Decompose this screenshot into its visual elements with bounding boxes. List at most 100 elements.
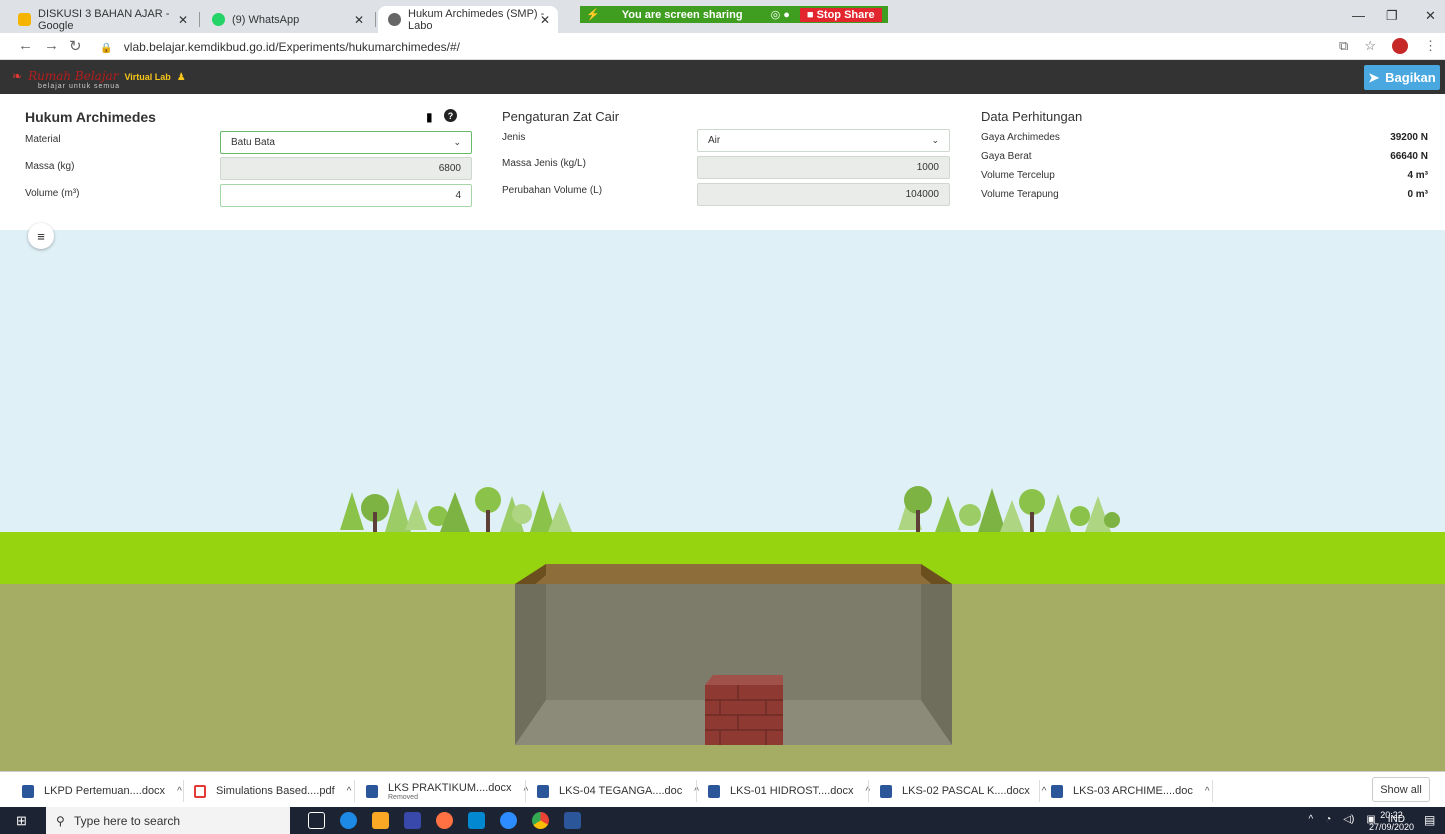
chevron-up-icon[interactable]: ^ <box>1309 814 1314 825</box>
tab-diskusi[interactable]: DISKUSI 3 BAHAN AJAR - Google ✕ <box>8 6 196 33</box>
file-explorer-icon[interactable] <box>372 812 389 829</box>
tab-separator <box>375 12 376 27</box>
url-bar[interactable]: 🔒 vlab.belajar.kemdikbud.go.id/Experimen… <box>100 40 460 54</box>
store-icon[interactable] <box>404 812 421 829</box>
scene-svg <box>0 230 1445 771</box>
stop-share-button[interactable]: ■ Stop Share <box>799 7 882 22</box>
tab-whatsapp[interactable]: (9) WhatsApp ✕ <box>202 6 372 33</box>
download-item[interactable]: LKS-04 TEGANGA....doc ^ <box>537 780 699 802</box>
share-status-text: You are screen sharing <box>621 8 743 21</box>
material-select[interactable]: Batu Bata ⌄ <box>220 131 472 154</box>
download-name: Simulations Based....pdf <box>216 785 335 797</box>
search-icon: ⚲ <box>56 813 65 828</box>
close-tab-icon[interactable]: ✕ <box>178 13 188 27</box>
word-doc-icon <box>1051 784 1063 798</box>
perubahan-volume-value: 104000 <box>905 189 939 200</box>
system-clock[interactable]: 20:22 27/09/2020 <box>1369 809 1414 833</box>
zat-cair-title: Pengaturan Zat Cair <box>502 109 620 124</box>
address-bar-actions: ⧉ ☆ ⋮ <box>1339 38 1437 54</box>
download-status: Removed <box>388 793 418 801</box>
task-view-icon[interactable] <box>308 812 325 829</box>
windows-taskbar: ⊞ ⚲ Type here to search ^ ◔ ◁) ▣ IND 20:… <box>0 807 1445 834</box>
volume-icon[interactable]: ◁) <box>1343 814 1354 825</box>
bagikan-button[interactable]: ➤ Bagikan <box>1364 65 1440 90</box>
logo-vlab: Virtual Lab <box>124 72 171 82</box>
jenis-select[interactable]: Air ⌄ <box>697 129 950 152</box>
perubahan-volume-field: 104000 <box>697 183 950 206</box>
divider <box>1212 780 1213 802</box>
logo-script: Rumah Belajar <box>28 69 119 83</box>
volume-value: 4 <box>455 190 461 201</box>
divider <box>525 780 526 802</box>
windows-start-icon[interactable]: ⊞ <box>16 813 27 829</box>
tab-title: (9) WhatsApp <box>232 13 300 26</box>
chevron-up-icon[interactable]: ^ <box>1205 786 1210 797</box>
action-center-icon[interactable]: ▤ <box>1424 813 1435 827</box>
gaya-archimedes-label: Gaya Archimedes <box>981 132 1060 143</box>
chevron-down-icon: ⌄ <box>931 135 939 145</box>
divider <box>1039 780 1040 802</box>
show-all-button[interactable]: Show all <box>1372 777 1430 802</box>
pdf-icon <box>194 784 206 798</box>
calculator-icon[interactable]: ▮ <box>426 110 433 124</box>
translate-icon[interactable]: ⧉ <box>1339 38 1348 54</box>
download-name: LKS-04 TEGANGA....doc <box>559 785 683 797</box>
tab-separator <box>199 12 200 27</box>
help-icon[interactable]: ? <box>444 109 457 122</box>
logo-mark-icon: ❧ <box>12 69 23 83</box>
word-doc-icon <box>22 784 34 798</box>
chevron-up-icon[interactable]: ^ <box>177 786 182 797</box>
massa-field: 6800 <box>220 157 472 180</box>
close-tab-icon[interactable]: ✕ <box>540 13 550 27</box>
taskbar-search[interactable]: ⚲ Type here to search <box>46 807 290 834</box>
google-drive-icon <box>18 13 31 26</box>
volume-input[interactable]: 4 <box>220 184 472 207</box>
share-controls-icon[interactable]: ◎ ● <box>771 8 790 21</box>
menu-kebab-icon[interactable]: ⋮ <box>1424 38 1437 54</box>
gaya-archimedes-value: 39200 N <box>1390 132 1428 143</box>
forward-icon[interactable]: → <box>44 37 59 54</box>
material-label: Material <box>25 134 61 145</box>
download-item[interactable]: LKS-02 PASCAL K....docx ^ <box>880 780 1047 802</box>
word-icon[interactable] <box>564 812 581 829</box>
download-item[interactable]: LKS PRAKTIKUM....docx Removed ^ <box>366 780 528 802</box>
tab-title: DISKUSI 3 BAHAN AJAR - Google <box>38 7 170 32</box>
bookmark-star-icon[interactable]: ☆ <box>1364 38 1376 54</box>
massa-label: Massa (kg) <box>25 161 75 172</box>
lock-icon: 🔒 <box>100 43 113 54</box>
download-name: LKPD Pertemuan....docx <box>44 785 166 797</box>
download-item[interactable]: Simulations Based....pdf ^ <box>194 780 351 802</box>
restore-icon[interactable]: ❐ <box>1386 8 1398 24</box>
reload-icon[interactable]: ↻ <box>69 37 82 55</box>
firefox-icon[interactable] <box>436 812 453 829</box>
zoom-icon[interactable] <box>500 812 517 829</box>
download-item[interactable]: LKPD Pertemuan....docx ^ <box>22 780 182 802</box>
chevron-up-icon[interactable]: ^ <box>347 786 352 797</box>
divider <box>183 780 184 802</box>
minimize-icon[interactable]: — <box>1352 8 1365 23</box>
back-icon[interactable]: ← <box>18 37 33 54</box>
mail-icon[interactable] <box>468 812 485 829</box>
rumah-belajar-logo[interactable]: ❧ Rumah Belajar Virtual Lab ♟ belajar un… <box>12 69 186 90</box>
edge-icon[interactable] <box>340 812 357 829</box>
close-tab-icon[interactable]: ✕ <box>354 13 364 27</box>
chevron-up-icon[interactable]: ^ <box>1042 786 1047 797</box>
word-doc-icon <box>366 784 378 798</box>
close-window-icon[interactable]: ✕ <box>1425 8 1436 24</box>
download-name: LKS-03 ARCHIME....doc <box>1073 785 1193 797</box>
screen-share-banner: ⚡ You are screen sharing ◎ ● ■ Stop Shar… <box>580 6 888 23</box>
perubahan-volume-label: Perubahan Volume (L) <box>502 185 603 196</box>
network-icon[interactable]: ◔ <box>1325 814 1331 825</box>
hamburger-menu-icon[interactable]: ≡ <box>28 223 54 249</box>
clock-time: 20:22 <box>1380 810 1403 820</box>
download-name: LKS PRAKTIKUM....docx <box>388 781 512 794</box>
chrome-icon[interactable] <box>532 812 549 829</box>
tab-archimedes[interactable]: Hukum Archimedes (SMP) - Labo ✕ <box>378 6 558 33</box>
profile-avatar[interactable] <box>1392 38 1408 54</box>
download-item[interactable]: LKS-03 ARCHIME....doc ^ <box>1051 780 1210 802</box>
download-item[interactable]: LKS-01 HIDROST....docx ^ <box>708 780 870 802</box>
gaya-berat-label: Gaya Berat <box>981 151 1032 162</box>
massa-jenis-label: Massa Jenis (kg/L) <box>502 158 586 169</box>
jenis-value: Air <box>708 135 721 146</box>
gaya-berat-value: 66640 N <box>1390 151 1428 162</box>
